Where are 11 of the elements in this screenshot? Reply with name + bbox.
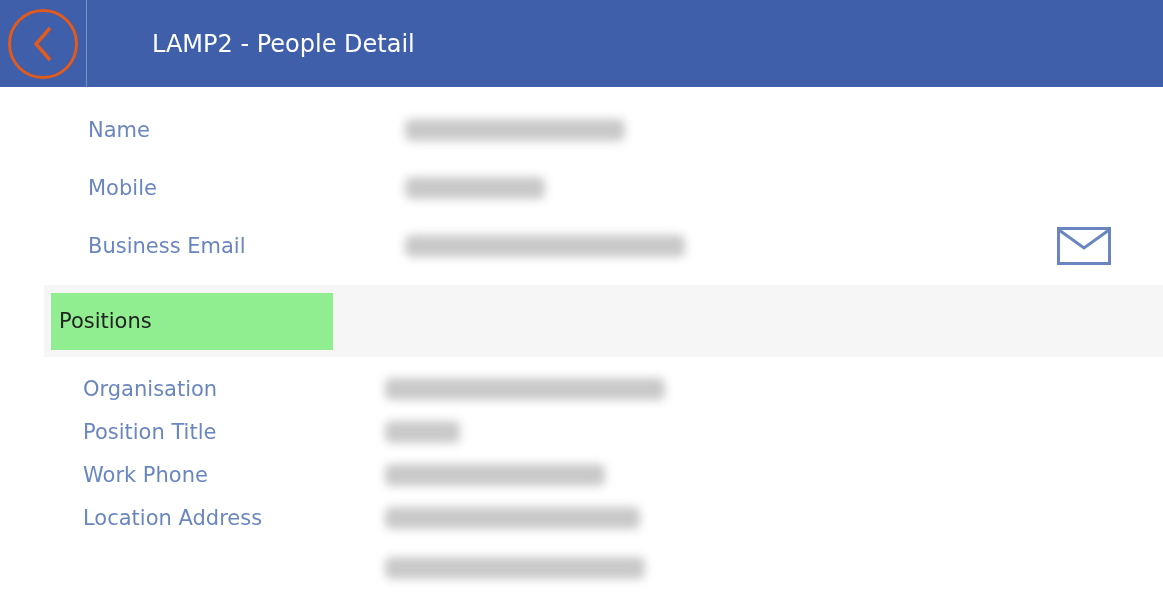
field-label: Work Phone (83, 462, 209, 487)
field-label: Position Title (83, 419, 218, 444)
page-title: LAMP2 - People Detail (152, 29, 415, 58)
field-label: Mobile (88, 176, 158, 200)
envelope-icon (1057, 227, 1111, 265)
field-label: Organisation (83, 376, 219, 401)
field-label: Location Address (83, 505, 264, 530)
mail-button[interactable] (1057, 227, 1111, 265)
field-label: Name (88, 118, 151, 142)
section-heading: Positions (51, 292, 333, 350)
field-label: Business Email (88, 234, 247, 258)
